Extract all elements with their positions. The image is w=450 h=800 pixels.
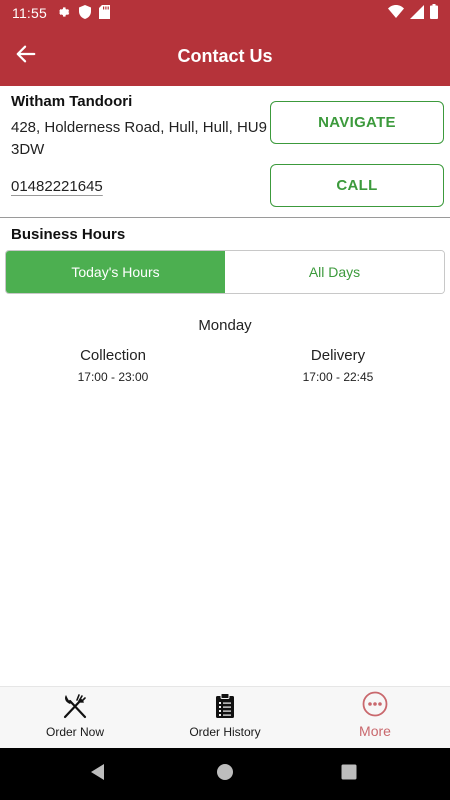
circle-home-icon <box>216 763 234 786</box>
triangle-back-icon <box>89 763 107 786</box>
system-recents-button[interactable] <box>339 764 359 784</box>
system-back-button[interactable] <box>88 763 108 786</box>
nav-order-now[interactable]: Order Now <box>0 687 150 748</box>
wifi-icon <box>388 5 404 21</box>
restaurant-info: Witham Tandoori 428, Holderness Road, Hu… <box>0 86 450 218</box>
nav-order-history-label: Order History <box>189 725 261 739</box>
collection-hours: Collection 17:00 - 23:00 <box>38 347 188 384</box>
bottom-navigation: Order Now Order History More <box>0 686 450 748</box>
fork-knife-icon <box>61 691 89 721</box>
signal-icon <box>410 4 424 22</box>
hours-tab-switcher: Today's Hours All Days <box>5 250 445 294</box>
nav-order-history[interactable]: Order History <box>150 687 300 748</box>
hours-day-label: Monday <box>198 317 252 334</box>
status-bar: 11:55 <box>0 0 450 26</box>
system-home-button[interactable] <box>215 763 235 786</box>
app-bar: Contact Us <box>0 26 450 86</box>
collection-time: 17:00 - 23:00 <box>77 370 149 384</box>
shield-icon <box>79 4 91 22</box>
restaurant-phone-link[interactable]: 01482221645 <box>11 178 103 195</box>
sd-card-icon <box>99 4 110 22</box>
tab-todays-hours[interactable]: Today's Hours <box>6 251 225 293</box>
delivery-hours: Delivery 17:00 - 22:45 <box>263 347 413 384</box>
arrow-left-icon <box>15 43 37 70</box>
page-title: Contact Us <box>177 45 273 66</box>
delivery-time: 17:00 - 22:45 <box>302 370 374 384</box>
gear-icon <box>57 5 71 22</box>
tab-all-days[interactable]: All Days <box>225 251 444 293</box>
delivery-label: Delivery <box>310 347 366 364</box>
restaurant-address: 428, Holderness Road, Hull, Hull, HU9 3D… <box>11 119 267 158</box>
nav-more[interactable]: More <box>300 687 450 748</box>
more-dots-icon <box>362 689 388 719</box>
nav-more-label: More <box>359 723 391 739</box>
nav-order-now-label: Order Now <box>45 725 104 739</box>
battery-icon <box>430 4 438 22</box>
status-time: 11:55 <box>12 5 47 21</box>
back-button[interactable] <box>8 38 44 74</box>
clipboard-icon <box>215 691 235 721</box>
restaurant-name: Witham Tandoori <box>11 93 133 110</box>
navigate-button[interactable]: NAVIGATE <box>270 101 444 144</box>
square-recents-icon <box>341 764 357 785</box>
call-button[interactable]: CALL <box>270 164 444 207</box>
system-navigation-bar <box>0 748 450 800</box>
collection-label: Collection <box>80 347 146 364</box>
business-hours-heading: Business Hours <box>11 226 126 243</box>
